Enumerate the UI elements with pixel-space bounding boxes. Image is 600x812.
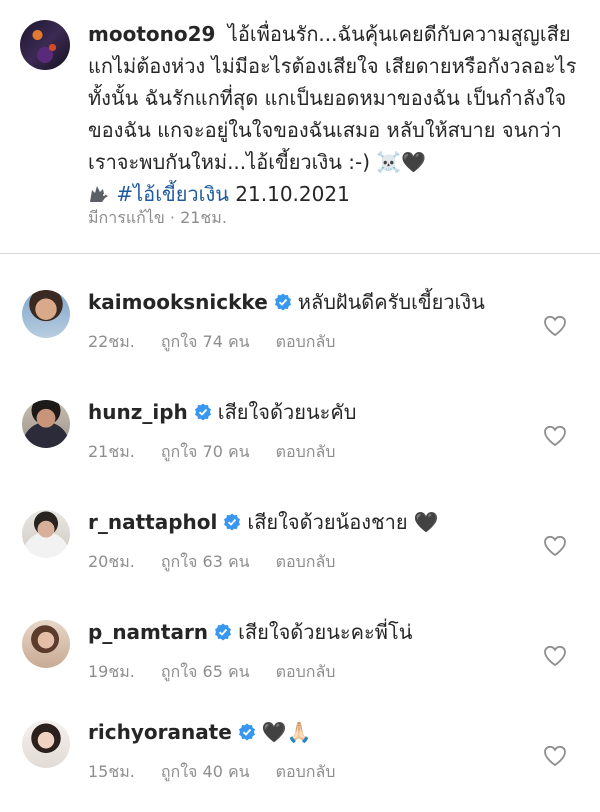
comment-username[interactable]: kaimooksnickke <box>88 290 268 314</box>
comment-item: hunz_iph เสียใจด้วยนะคับ 21ชม. ถูกใจ 70 คน… <box>0 382 600 492</box>
avatar[interactable] <box>22 510 70 558</box>
caption-time: 21ชม. <box>180 208 227 227</box>
likes-count[interactable]: ถูกใจ 63 คน <box>161 552 250 571</box>
avatar[interactable] <box>22 290 70 338</box>
heart-and-praying-hands-emoji-icon: 🖤🙏🏻 <box>261 720 312 744</box>
comment-username[interactable]: richyoranate <box>88 720 232 744</box>
avatar[interactable] <box>22 620 70 668</box>
comment-time: 21ชม. <box>88 442 135 461</box>
likes-count[interactable]: ถูกใจ 40 คน <box>161 762 250 781</box>
comment-item: richyoranate 🖤🙏🏻 15ชม. ถูกใจ 40 คน ตอบกลับ <box>0 702 600 812</box>
comment-time: 22ชม. <box>88 332 135 351</box>
caption-meta: มีการแก้ไข · 21ชม. <box>88 208 227 227</box>
avatar[interactable] <box>20 20 70 70</box>
comment-username[interactable]: hunz_iph <box>88 400 188 424</box>
like-heart-icon[interactable] <box>543 535 567 557</box>
like-heart-icon[interactable] <box>543 645 567 667</box>
like-heart-icon[interactable] <box>543 315 567 337</box>
verified-badge-icon <box>194 403 211 421</box>
verified-badge-icon <box>224 513 241 531</box>
edited-label: มีการแก้ไข <box>88 208 165 227</box>
comment-text: หลับฝันดีครับเขี้ยวเงิน <box>297 290 485 314</box>
comment-text: เสียใจด้วยนะคับ <box>217 400 357 424</box>
caption-username[interactable]: mootono29 <box>88 22 215 46</box>
verified-badge-icon <box>215 623 232 641</box>
comment-text: เสียใจด้วยนะคะพี่โน่ <box>238 620 413 644</box>
hashtag-link[interactable]: #ไอ้เขี้ยวเงิน <box>116 182 229 206</box>
comment-time: 19ชม. <box>88 662 135 681</box>
verified-badge-icon <box>238 723 255 741</box>
reply-button[interactable]: ตอบกลับ <box>276 662 336 681</box>
comment-item: kaimooksnickke หลับฝันดีครับเขี้ยวเงิน 22… <box>0 272 600 382</box>
likes-count[interactable]: ถูกใจ 70 คน <box>161 442 250 461</box>
post-caption: mootono29 ไอ้เพื่อนรัก...ฉันคุ้นเคยดีกับ… <box>0 0 600 253</box>
likes-count[interactable]: ถูกใจ 65 คน <box>161 662 250 681</box>
comment-username[interactable]: p_namtarn <box>88 620 208 644</box>
reply-button[interactable]: ตอบกลับ <box>276 332 336 351</box>
caption-date: 21.10.2021 <box>235 182 350 206</box>
skull-emoji-icon: ☠️ <box>376 150 402 174</box>
divider <box>0 253 600 254</box>
likes-count[interactable]: ถูกใจ 74 คน <box>161 332 250 351</box>
comment-time: 20ชม. <box>88 552 135 571</box>
like-heart-icon[interactable] <box>543 745 567 767</box>
black-heart-emoji-icon: 🖤 <box>401 150 427 174</box>
comment-item: p_namtarn เสียใจด้วยนะคะพี่โน่ 19ชม. ถูกใจ… <box>0 602 600 712</box>
avatar[interactable] <box>22 720 70 768</box>
avatar[interactable] <box>22 400 70 448</box>
comment-time: 15ชม. <box>88 762 135 781</box>
black-heart-emoji-icon: 🖤 <box>413 510 439 534</box>
reply-button[interactable]: ตอบกลับ <box>276 762 336 781</box>
comment-item: r_nattaphol เสียใจด้วยน้องชาย 🖤 20ชม. ถูกใ… <box>0 492 600 602</box>
reply-button[interactable]: ตอบกลับ <box>276 552 336 571</box>
verified-badge-icon <box>274 293 291 311</box>
like-heart-icon[interactable] <box>543 425 567 447</box>
comment-username[interactable]: r_nattaphol <box>88 510 217 534</box>
comment-text: เสียใจด้วยน้องชาย <box>247 510 408 534</box>
reply-button[interactable]: ตอบกลับ <box>276 442 336 461</box>
caption-text-block: mootono29 ไอ้เพื่อนรัก...ฉันคุ้นเคยดีกับ… <box>88 18 578 213</box>
